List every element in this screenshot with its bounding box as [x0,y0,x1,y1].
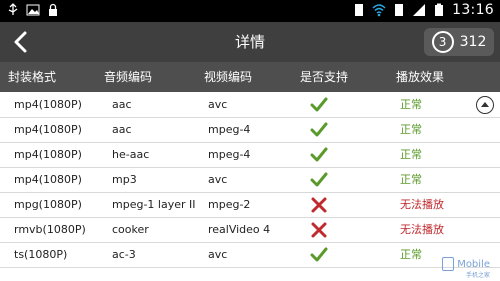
sim-icon [355,4,364,16]
header-audio: 音频编码 [104,70,153,84]
cell-format: mp4(1080P) [14,148,82,161]
check-icon [310,146,328,164]
lock-icon [49,3,57,16]
codec-table-body: mp4(1080P) aac avc 正常 mp4(1080P) aac mpe… [0,92,500,281]
cell-video: mpeg-2 [208,198,251,211]
status-time: 13:16 [452,2,494,18]
table-row[interactable]: rmvb(1080P) cooker realVideo 4 无法播放 [0,217,500,243]
header-video: 视频编码 [204,70,253,84]
medal-icon: 3 [431,31,454,53]
table-row[interactable]: ts(1080P) ac-3 avc 正常 [0,242,500,268]
cell-video: realVideo 4 [208,223,271,236]
cell-video: mpeg-4 [208,148,251,161]
check-icon [310,96,328,114]
cell-effect: 正常 [400,148,422,161]
header-supported: 是否支持 [300,70,349,84]
watermark: Mobile [442,257,490,271]
status-bar: 13:16 [0,0,500,22]
cell-format: mp4(1080P) [14,123,82,136]
cell-effect: 正常 [400,98,422,111]
medal-number: 3 [438,35,447,49]
sim-icon [395,4,404,16]
cell-audio: mpeg-1 layer II [112,198,196,211]
cell-audio: he-aac [112,148,150,161]
cell-video: mpeg-4 [208,123,251,136]
cell-format: mp4(1080P) [14,98,82,111]
scroll-to-top-icon[interactable] [476,96,494,114]
cell-audio: ac-3 [112,248,136,261]
wifi-icon [372,4,386,17]
cell-video: avc [208,173,228,186]
cell-effect: 无法播放 [400,223,444,236]
watermark-text: Mobile [457,258,490,270]
cell-audio: aac [112,98,132,111]
signal-icon [413,4,426,16]
check-icon [310,171,328,189]
check-icon [310,246,328,264]
check-icon [310,121,328,139]
cell-video: avc [208,248,228,261]
status-left-icons [6,3,60,17]
cell-audio: aac [112,123,132,136]
cell-effect: 无法播放 [400,198,444,211]
back-icon[interactable] [10,30,32,54]
cell-effect: 正常 [400,173,422,186]
watermark-subtext: 手机之家 [465,272,490,279]
cell-effect: 正常 [400,248,422,261]
phone-icon [442,257,455,271]
battery-icon [435,3,444,16]
cell-format: mpg(1080P) [14,198,82,211]
cell-format: ts(1080P) [14,248,68,261]
table-row[interactable]: mp4(1080P) mp3 avc 正常 [0,167,500,193]
cell-audio: cooker [112,223,149,236]
cell-format: rmvb(1080P) [14,223,86,236]
table-row[interactable]: mp4(1080P) he-aac mpeg-4 正常 [0,142,500,168]
status-right-icons: 13:16 [352,2,494,18]
image-icon [26,4,40,16]
cross-icon [310,196,328,214]
cell-format: mp4(1080P) [14,173,82,186]
table-row[interactable]: mpg(1080P) mpeg-1 layer II mpeg-2 无法播放 [0,192,500,218]
cell-effect: 正常 [400,123,422,136]
table-row[interactable]: mp4(1080P) aac mpeg-4 正常 [0,117,500,143]
score-value: 312 [459,34,487,50]
score-badge[interactable]: 3 312 [424,28,494,56]
cell-video: avc [208,98,228,111]
title-bar: 详情 3 312 [0,22,500,62]
header-effect: 播放效果 [396,70,445,84]
cell-audio: mp3 [112,173,137,186]
cross-icon [310,221,328,239]
usb-icon [8,3,18,15]
table-header: 封装格式 音频编码 视频编码 是否支持 播放效果 [0,62,500,92]
table-row[interactable]: mp4(1080P) aac avc 正常 [0,92,500,118]
header-format: 封装格式 [8,70,57,84]
